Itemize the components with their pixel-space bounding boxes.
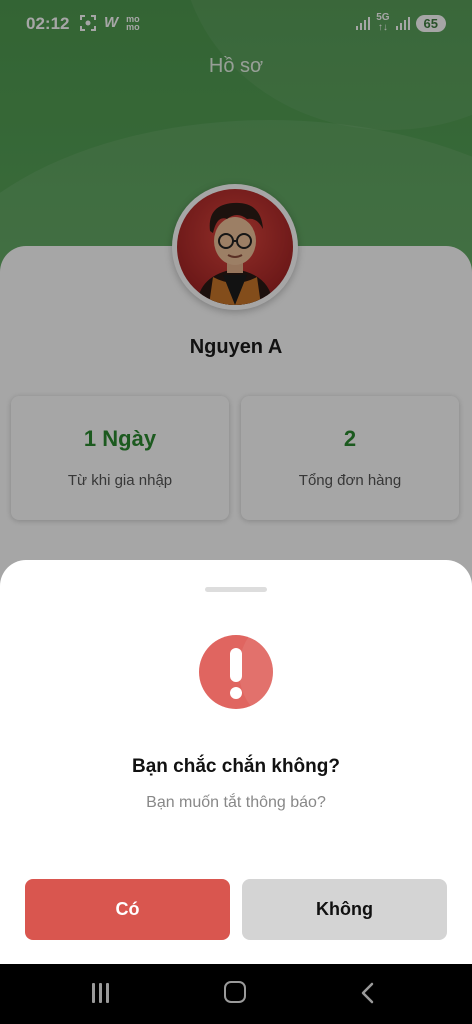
sheet-drag-handle[interactable] [205,587,267,592]
home-icon[interactable] [224,981,246,1003]
dialog-title: Bạn chắc chắn không? [132,756,340,777]
back-icon[interactable] [360,982,374,1004]
dialog-message: Bạn muốn tắt thông báo? [146,794,326,811]
screen: 02:12 W mo mo 5G ↑↓ 65 Hồ sơ Nguyen A 1 … [0,0,472,964]
confirm-button[interactable]: Có [25,879,230,940]
alert-icon [199,635,273,709]
recent-apps-icon[interactable] [92,983,114,1003]
cancel-button[interactable]: Không [242,879,447,940]
confirm-bottom-sheet: Bạn chắc chắn không? Bạn muốn tắt thông … [0,560,472,964]
